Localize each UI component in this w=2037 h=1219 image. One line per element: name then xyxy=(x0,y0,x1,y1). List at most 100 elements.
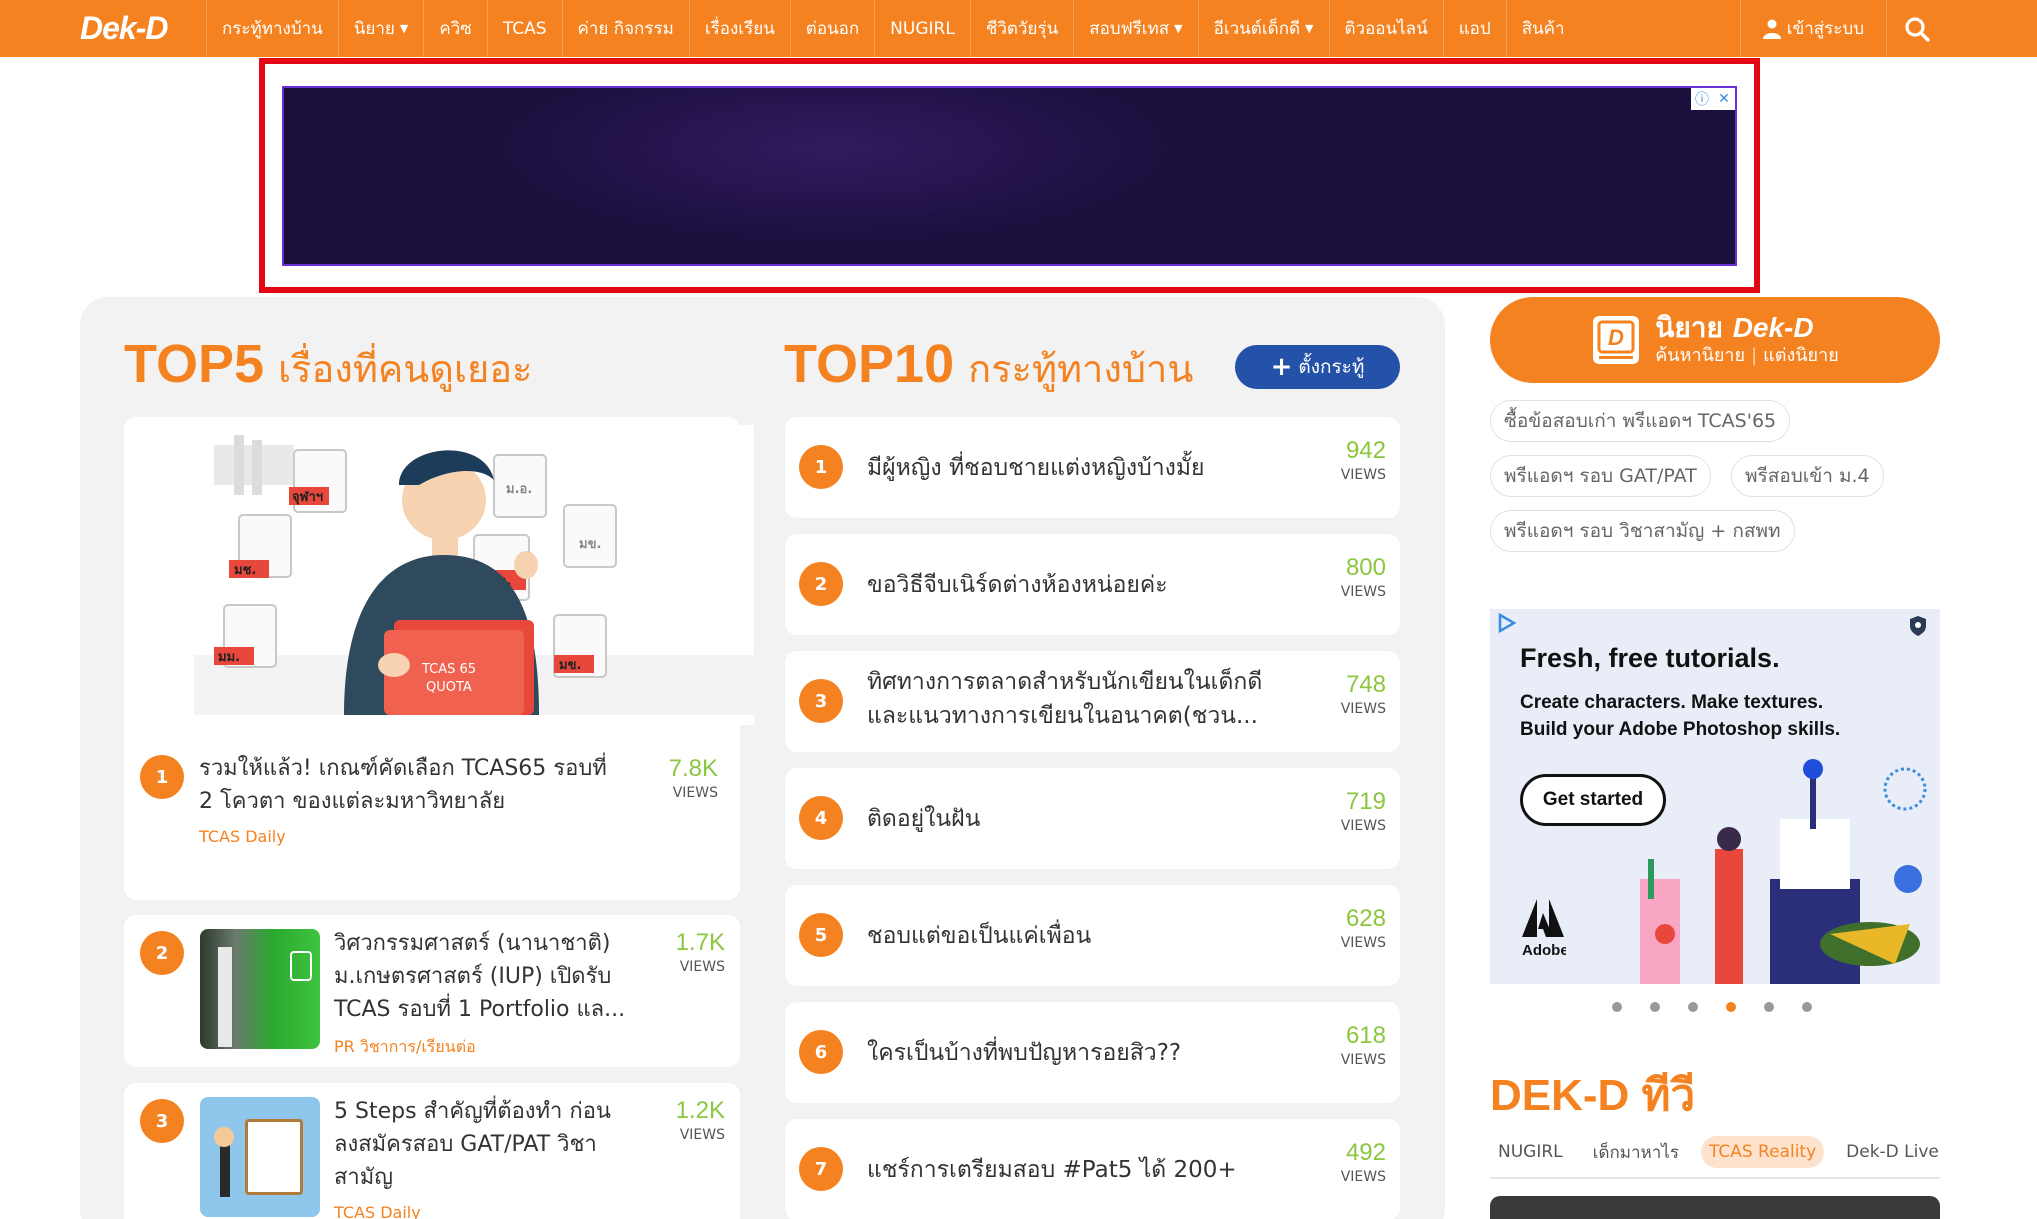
chevron-down-icon: ▼ xyxy=(1305,22,1314,35)
login-button[interactable]: เข้าสู่ระบบ xyxy=(1739,0,1887,57)
top5-card-3[interactable]: 3 5 Steps สำคัญที่ต้องทำ ก่อน ลงสมัครสอบ… xyxy=(124,1083,740,1219)
chevron-down-icon: ▼ xyxy=(1174,22,1183,35)
chevron-down-icon: ▼ xyxy=(399,22,409,35)
shield-icon[interactable] xyxy=(1908,615,1928,637)
views-count: 628 VIEWS xyxy=(1340,905,1386,951)
top10-item-2[interactable]: 2 ขอวิธีจีบเนิร์ดต่างห้องหน่อยค่ะ 800 VI… xyxy=(785,534,1400,635)
carousel-dots xyxy=(1612,1002,1812,1012)
search-button[interactable] xyxy=(1887,0,1947,57)
adobe-ad[interactable]: Fresh, free tutorials. Create characters… xyxy=(1490,609,1940,984)
top5-item-title[interactable]: 5 Steps สำคัญที่ต้องทำ ก่อน ลงสมัครสอบ G… xyxy=(334,1095,664,1194)
top5-item-category[interactable]: TCAS Daily xyxy=(199,827,286,846)
plus-icon: + xyxy=(1270,352,1293,382)
nav-item-nugirl[interactable]: NUGIRL xyxy=(875,0,971,57)
top5-item-title[interactable]: รวมให้แล้ว! เกณฑ์คัดเลือก TCAS65 รอบที่ … xyxy=(199,752,639,818)
carousel-dot[interactable] xyxy=(1688,1002,1698,1012)
top10-item-4[interactable]: 4 ติดอยู่ในฝัน 719 VIEWS xyxy=(785,768,1400,869)
ad-choices-icon[interactable] xyxy=(1496,612,1518,634)
hero-label: จุฬาฯ xyxy=(292,490,323,505)
ad-body: Create characters. Make textures. Build … xyxy=(1520,692,1841,740)
nav-item-events[interactable]: อีเวนต์เด็กดี ▼ xyxy=(1199,0,1330,57)
top5-card-2[interactable]: 2 วิศวกรรมศาสตร์ (นานาชาติ) ม.เกษตรศาสตร… xyxy=(124,915,740,1067)
views-count: 942 VIEWS xyxy=(1340,437,1386,483)
top10-item-7[interactable]: 7 แชร์การเตรียมสอบ #Pat5 ได้ 200+ 492 VI… xyxy=(785,1119,1400,1219)
dekd-logo[interactable]: Dek-D xyxy=(0,0,207,57)
nav-item-board[interactable]: กระทู้ทางบ้าน xyxy=(207,0,339,57)
nav-item-quiz[interactable]: ควิซ xyxy=(424,0,488,57)
top10-item-1[interactable]: 1 มีผู้หญิง ที่ชอบชายแต่งหญิงบ้างมั้ย 94… xyxy=(785,417,1400,518)
article-thumbnail[interactable] xyxy=(200,1097,320,1217)
nav-item-shop[interactable]: สินค้า xyxy=(1507,0,1580,57)
views-count: 800 VIEWS xyxy=(1340,554,1386,600)
banner-ad[interactable]: ⓘ ✕ xyxy=(282,86,1737,266)
top5-item-title[interactable]: วิศวกรรมศาสตร์ (นานาชาติ) ม.เกษตรศาสตร์ … xyxy=(334,927,664,1026)
nav-item-app[interactable]: แอป xyxy=(1444,0,1507,57)
top5-item-category[interactable]: TCAS Daily xyxy=(334,1203,421,1219)
nav-item-study[interactable]: เรื่องเรียน xyxy=(690,0,791,57)
top10-item-6[interactable]: 6 ใครเป็นบ้างที่พบปัญหารอยสิว?? 618 VIEW… xyxy=(785,1002,1400,1103)
ad-info-icon[interactable]: ⓘ xyxy=(1691,88,1713,110)
top10-item-title: ทิศทางการตลาดสำหรับนักเขียนในเด็กดี และแ… xyxy=(867,669,1263,729)
nav-item-free-test[interactable]: สอบฟรีเทส ▼ xyxy=(1074,0,1199,57)
nav-item-online-tutor[interactable]: ติวออนไลน์ xyxy=(1330,0,1444,57)
article-thumbnail[interactable] xyxy=(200,929,320,1049)
carousel-dot[interactable] xyxy=(1802,1002,1812,1012)
views-count: 7.8K VIEWS xyxy=(668,755,718,801)
top5-item-category[interactable]: PR วิชาการ/เรียนต่อ xyxy=(334,1035,476,1060)
views-count: 1.7K VIEWS xyxy=(675,929,725,975)
new-post-button[interactable]: + ตั้งกระทู้ xyxy=(1235,345,1400,389)
tab-nugirl[interactable]: NUGIRL xyxy=(1490,1136,1571,1168)
rank-badge: 2 xyxy=(140,931,184,975)
tab-dekd-live[interactable]: Dek-D Live xyxy=(1838,1136,1947,1168)
tag-link[interactable]: พรีแอดฯ รอบ วิชาสามัญ + กสพท xyxy=(1490,510,1795,552)
tv-video-thumbnail[interactable] xyxy=(1490,1196,1940,1219)
dekd-tv-heading: DEK-D ทีวี xyxy=(1490,1071,1696,1120)
top10-item-5[interactable]: 5 ชอบแต่ขอเป็นแค่เพื่อน 628 VIEWS xyxy=(785,885,1400,986)
carousel-dot[interactable] xyxy=(1612,1002,1622,1012)
nav-item-tcas[interactable]: TCAS xyxy=(488,0,563,57)
views-count: 719 VIEWS xyxy=(1340,788,1386,834)
novel-dekd-button[interactable]: D นิยาย Dek-D ค้นหานิยาย | แต่งนิยาย xyxy=(1490,297,1940,383)
folder-label: TCAS 65 xyxy=(421,662,476,677)
top10-item-title: ติดอยู่ในฝัน xyxy=(867,806,981,832)
nav-item-abroad[interactable]: ต่อนอก xyxy=(791,0,876,57)
carousel-dot[interactable] xyxy=(1650,1002,1660,1012)
views-count: 618 VIEWS xyxy=(1340,1022,1386,1068)
hero-label: มข. xyxy=(579,537,601,552)
tag-link[interactable]: พรีแอดฯ รอบ GAT/PAT xyxy=(1490,455,1711,497)
nav-item-camp[interactable]: ค่าย กิจกรรม xyxy=(563,0,690,57)
user-icon xyxy=(1762,19,1781,39)
tag-link[interactable]: ซื้อข้อสอบเก่า พรีแอดฯ TCAS'65 xyxy=(1490,400,1791,442)
svg-text:Adobe: Adobe xyxy=(1522,942,1566,959)
tag-link[interactable]: พรีสอบเข้า ม.4 xyxy=(1731,455,1884,497)
hero-label: มม. xyxy=(218,650,240,665)
novel-book-icon: D xyxy=(1593,316,1640,364)
novel-write-link[interactable]: แต่งนิยาย xyxy=(1763,345,1839,366)
views-count: 1.2K VIEWS xyxy=(675,1097,725,1143)
nav-right: เข้าสู่ระบบ xyxy=(1739,0,1947,57)
ad-close-icon[interactable]: ✕ xyxy=(1713,88,1735,110)
top10-item-title: มีผู้หญิง ที่ชอบชายแต่งหญิงบ้างมั้ย xyxy=(867,455,1205,481)
novel-search-link[interactable]: ค้นหานิยาย xyxy=(1655,345,1745,366)
carousel-dot[interactable] xyxy=(1764,1002,1774,1012)
rank-badge: 7 xyxy=(799,1147,843,1191)
nav-menu: กระทู้ทางบ้าน นิยาย ▼ ควิซ TCAS ค่าย กิจก… xyxy=(207,0,1580,57)
top10-item-3[interactable]: 3 ทิศทางการตลาดสำหรับนักเขียนในเด็กดี แล… xyxy=(785,651,1400,752)
top10-item-title: แชร์การเตรียมสอบ #Pat5 ได้ 200+ xyxy=(867,1157,1237,1183)
ad-controls: ⓘ ✕ xyxy=(1691,88,1735,110)
top5-heading: TOP5 เรื่องที่คนดูเยอะ xyxy=(124,334,533,394)
nav-item-novel[interactable]: นิยาย ▼ xyxy=(339,0,425,57)
top5-card-1[interactable]: จุฬาฯ ม.อ. มช. มก. มข. มม. มข. TCAS 65 Q… xyxy=(124,417,754,900)
tab-dek-ma-ha-rai[interactable]: เด็กมาหาไร xyxy=(1585,1133,1687,1172)
search-icon xyxy=(1905,16,1930,42)
tcas-illustration: จุฬาฯ ม.อ. มช. มก. มข. มม. มข. TCAS 65 Q… xyxy=(194,425,754,725)
rank-badge: 4 xyxy=(799,796,843,840)
rank-badge: 6 xyxy=(799,1030,843,1074)
rank-badge: 1 xyxy=(140,755,184,799)
nav-item-teen-life[interactable]: ชีวิตวัยรุ่น xyxy=(971,0,1075,57)
tab-tcas-reality[interactable]: TCAS Reality xyxy=(1700,1136,1825,1168)
top10-item-title: ใครเป็นบ้างที่พบปัญหารอยสิว?? xyxy=(867,1040,1182,1066)
top10-item-title: ชอบแต่ขอเป็นแค่เพื่อน xyxy=(867,923,1092,949)
carousel-dot-active[interactable] xyxy=(1726,1002,1736,1012)
rank-badge: 5 xyxy=(799,913,843,957)
